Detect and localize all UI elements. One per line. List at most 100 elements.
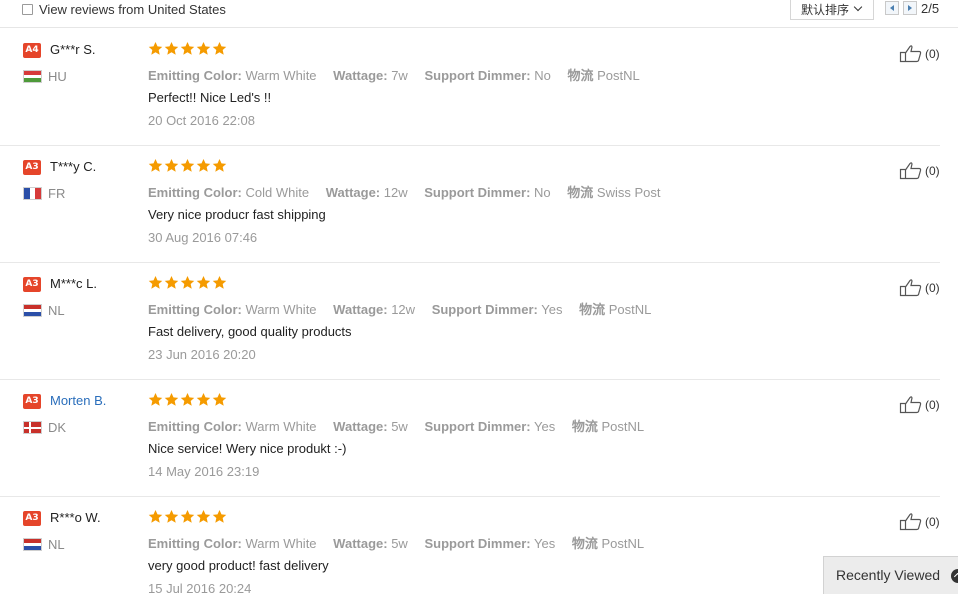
attr-logistics: 物流 PostNL — [579, 302, 652, 317]
review-date: 23 Jun 2016 20:20 — [148, 347, 256, 362]
attr-wattage: Wattage: 12w — [325, 185, 408, 200]
reviewer-name-link[interactable]: Morten B. — [50, 393, 106, 408]
buyer-level-badge: A3 — [23, 511, 41, 526]
chevron-left-icon — [890, 5, 894, 11]
review-item: A3 Morten B. DK Emitting Color: Warm Whi… — [0, 379, 940, 497]
attr-logistics: 物流 Swiss Post — [567, 185, 661, 200]
thumbs-up-icon — [899, 279, 922, 297]
buyer-level-badge: A3 — [23, 394, 41, 409]
purchase-attributes: Emitting Color: Warm White Wattage: 5w S… — [148, 416, 657, 435]
attr-wattage: Wattage: 7w — [333, 68, 408, 83]
star-icon — [196, 392, 211, 406]
next-page-button[interactable] — [903, 1, 917, 15]
helpful-count: (0) — [925, 514, 940, 529]
attr-emitting-color: Emitting Color: Warm White — [148, 68, 317, 83]
star-icon — [148, 392, 163, 406]
review-item: A3 M***c L. NL Emitting Color: Warm Whit… — [0, 262, 940, 380]
helpful-count: (0) — [925, 46, 940, 61]
attr-support-dimmer: Support Dimmer: Yes — [424, 536, 556, 551]
review-text: very good product! fast delivery — [148, 558, 329, 573]
star-icon — [180, 392, 195, 406]
star-icon — [148, 41, 163, 55]
thumbs-up-icon — [899, 45, 922, 63]
star-icon — [180, 41, 195, 55]
netherlands-flag-icon — [23, 304, 42, 317]
recently-viewed-label: Recently Viewed — [836, 567, 941, 583]
attr-support-dimmer: Support Dimmer: Yes — [431, 302, 563, 317]
attr-emitting-color: Emitting Color: Warm White — [148, 302, 317, 317]
helpful-button[interactable]: (0) — [899, 278, 940, 297]
helpful-button[interactable]: (0) — [899, 395, 940, 414]
helpful-button[interactable]: (0) — [899, 44, 940, 63]
attr-support-dimmer: Support Dimmer: Yes — [424, 419, 556, 434]
reviewer-country: DK — [48, 420, 67, 435]
star-icon — [164, 392, 179, 406]
thumbs-up-icon — [899, 513, 922, 531]
star-icon — [196, 158, 211, 172]
sort-dropdown[interactable]: 默认排序 — [790, 0, 874, 20]
us-reviews-label: View reviews from United States — [39, 1, 226, 17]
reviewer-name: M***c L. — [50, 276, 97, 291]
thumbs-up-icon — [899, 396, 922, 414]
buyer-level-badge: A3 — [23, 277, 41, 292]
review-text: Very nice producr fast shipping — [148, 207, 326, 222]
star-icon — [180, 158, 195, 172]
helpful-button[interactable]: (0) — [899, 161, 940, 180]
chevron-right-icon — [908, 5, 912, 11]
purchase-attributes: Emitting Color: Cold White Wattage: 12w … — [148, 182, 674, 201]
reviewer-country: NL — [48, 303, 65, 318]
star-rating — [148, 275, 227, 290]
star-rating — [148, 392, 227, 407]
us-reviews-checkbox[interactable] — [22, 3, 33, 15]
star-icon — [212, 41, 227, 55]
star-icon — [148, 275, 163, 289]
helpful-count: (0) — [925, 280, 940, 295]
attr-wattage: Wattage: 12w — [333, 302, 416, 317]
france-flag-icon — [23, 187, 42, 200]
star-rating — [148, 41, 227, 56]
attr-emitting-color: Emitting Color: Warm White — [148, 419, 317, 434]
review-item: A3 R***o W. NL Emitting Color: Warm Whit… — [0, 496, 940, 613]
star-icon — [180, 509, 195, 523]
helpful-count: (0) — [925, 397, 940, 412]
recently-viewed-tab[interactable]: Recently Viewed — [823, 556, 958, 594]
purchase-attributes: Emitting Color: Warm White Wattage: 7w S… — [148, 65, 653, 84]
review-item: A3 T***y C. FR Emitting Color: Cold Whit… — [0, 145, 940, 263]
review-date: 30 Aug 2016 07:46 — [148, 230, 258, 245]
reviewer-country: FR — [48, 186, 66, 201]
attr-logistics: 物流 PostNL — [571, 419, 645, 434]
attr-support-dimmer: Support Dimmer: No — [424, 68, 551, 83]
sort-selected-value: 默认排序 — [801, 2, 850, 17]
star-icon — [164, 158, 179, 172]
review-toolbar: View reviews from United States 默认排序 2/5 — [0, 0, 958, 28]
star-icon — [212, 275, 227, 289]
attr-wattage: Wattage: 5w — [333, 536, 408, 551]
reviewer-name: R***o W. — [50, 510, 101, 525]
attr-logistics: 物流 PostNL — [571, 536, 645, 551]
star-icon — [148, 158, 163, 172]
chevron-up-icon[interactable] — [951, 569, 958, 583]
us-reviews-filter[interactable]: View reviews from United States — [22, 1, 226, 17]
star-icon — [148, 509, 163, 523]
attr-support-dimmer: Support Dimmer: No — [424, 185, 551, 200]
star-rating — [148, 158, 227, 173]
review-item: A4 G***r S. HU Emitting Color: Warm Whit… — [0, 28, 940, 146]
page-indicator: 2/5 — [921, 1, 940, 16]
prev-page-button[interactable] — [885, 1, 899, 15]
star-icon — [164, 509, 179, 523]
denmark-flag-icon — [23, 421, 42, 434]
reviewer-name: T***y C. — [50, 159, 97, 174]
hungary-flag-icon — [23, 70, 42, 83]
attr-emitting-color: Emitting Color: Cold White — [148, 185, 310, 200]
star-icon — [212, 509, 227, 523]
review-date: 20 Oct 2016 22:08 — [148, 113, 255, 128]
helpful-button[interactable]: (0) — [899, 512, 940, 531]
star-icon — [164, 41, 179, 55]
star-icon — [196, 41, 211, 55]
attr-wattage: Wattage: 5w — [333, 419, 408, 434]
star-icon — [164, 275, 179, 289]
star-icon — [212, 392, 227, 406]
helpful-count: (0) — [925, 163, 940, 178]
review-text: Fast delivery, good quality products — [148, 324, 352, 339]
thumbs-up-icon — [899, 162, 922, 180]
